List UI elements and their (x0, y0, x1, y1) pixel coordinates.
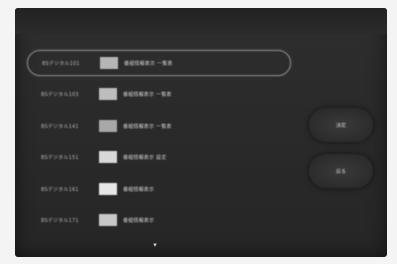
program-row-3[interactable]: BSデジタル141 番組情報表示 一覧表 (27, 114, 289, 138)
program-title: 番組情報表示 (123, 186, 155, 193)
tv-screen: BSデジタル101 番組情報表示 一覧表 BSデジタル103 番組情報表示 一覧… (15, 8, 387, 257)
program-title: 番組情報表示 一覧表 (123, 123, 172, 130)
program-row-2[interactable]: BSデジタル103 番組情報表示 一覧表 (27, 82, 289, 106)
channel-label: BSデジタル161 (41, 186, 79, 193)
program-thumbnail (100, 57, 118, 69)
program-thumbnail (99, 88, 117, 100)
program-row-6[interactable]: BSデジタル171 番組情報表示 (27, 208, 289, 232)
program-thumbnail (99, 120, 117, 132)
program-thumbnail (99, 183, 117, 195)
program-row-1[interactable]: BSデジタル101 番組情報表示 一覧表 (27, 50, 291, 76)
channel-label: BSデジタル171 (41, 217, 79, 224)
program-thumbnail (99, 214, 117, 226)
channel-label: BSデジタル151 (41, 154, 79, 161)
program-title: 番組情報表示 一覧表 (124, 60, 173, 67)
program-thumbnail (99, 151, 117, 163)
channel-label: BSデジタル101 (42, 60, 80, 67)
channel-label: BSデジタル141 (41, 123, 79, 130)
program-title: 番組情報表示 (123, 217, 155, 224)
program-row-4[interactable]: BSデジタル151 番組情報表示 設定 (27, 145, 289, 169)
program-title: 番組情報表示 一覧表 (123, 91, 172, 98)
program-title: 番組情報表示 設定 (123, 154, 167, 161)
program-row-5[interactable]: BSデジタル161 番組情報表示 (27, 177, 289, 201)
confirm-button[interactable]: 決定 (309, 108, 373, 142)
back-button[interactable]: 戻る (309, 154, 373, 188)
chevron-down-icon[interactable]: ▾ (151, 241, 159, 249)
channel-label: BSデジタル103 (41, 91, 79, 98)
